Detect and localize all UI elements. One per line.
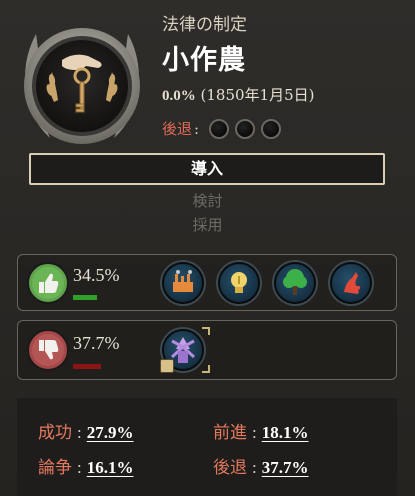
outcome-stats: 成功:27.9% 前進:18.1% 論争:16.1% 後退:37.7%	[17, 398, 397, 496]
law-name: 小作農	[162, 45, 246, 76]
stat-advance: 前進:18.1%	[213, 418, 308, 443]
support-box: 34.5%	[17, 254, 397, 311]
law-enactment-panel: 法律の制定 小作農 0.0% (1850年1月5日) 後退 : 導入 検討 採用…	[0, 0, 415, 496]
setback-label: 後退	[162, 120, 193, 138]
stat-success-label: 成功	[38, 423, 72, 442]
oppose-percent: 37.7%	[73, 333, 120, 353]
support-percent: 34.5%	[73, 265, 120, 285]
stat-debate-label: 論争	[38, 458, 72, 477]
progress-percent: 0.0%	[162, 88, 196, 104]
stat-success: 成功:27.9%	[38, 418, 133, 443]
stat-setback: 後退:37.7%	[213, 453, 308, 478]
stat-advance-value: 18.1%	[261, 423, 309, 442]
stat-advance-colon: :	[252, 423, 257, 442]
thumbs-down-icon[interactable]	[27, 329, 69, 371]
stage-adopt: 採用	[192, 216, 223, 234]
stat-advance-label: 前進	[213, 423, 247, 442]
setback-indicator: 後退 :	[162, 118, 282, 139]
setback-colon: :	[194, 119, 200, 138]
oppose-bar	[73, 364, 101, 369]
rural-folk-icon[interactable]	[274, 262, 316, 304]
enactment-progress: 0.0% (1850年1月5日)	[162, 84, 315, 105]
stat-debate-value: 16.1%	[86, 458, 134, 477]
progress-date: (1850年1月5日)	[200, 86, 315, 104]
industrialists-icon[interactable]	[162, 262, 204, 304]
panel-title: 法律の制定	[162, 15, 247, 35]
trade-unions-icon[interactable]	[330, 262, 372, 304]
landowners-corner-ornament-bottom-icon	[202, 365, 210, 373]
stat-debate-colon: :	[77, 458, 82, 477]
law-emblem	[16, 20, 148, 152]
landowners-corner-ornament-icon	[202, 327, 210, 335]
stage-enact-button[interactable]: 導入	[29, 153, 385, 185]
landowners-corner-badge-icon	[160, 359, 174, 373]
stage-debate: 検討	[192, 192, 223, 210]
oppose-box: 37.7%	[17, 320, 397, 380]
stat-setback-value: 37.7%	[261, 458, 309, 477]
setback-pip-1	[209, 118, 230, 139]
setback-pip-3	[261, 118, 282, 139]
intelligentsia-icon[interactable]	[218, 262, 260, 304]
stat-success-value: 27.9%	[86, 423, 134, 442]
stat-debate: 論争:16.1%	[38, 453, 133, 478]
stat-setback-colon: :	[252, 458, 257, 477]
stat-setback-label: 後退	[213, 458, 247, 477]
support-bar	[73, 295, 97, 300]
stat-success-colon: :	[77, 423, 82, 442]
thumbs-up-icon[interactable]	[27, 262, 69, 304]
setback-pip-2	[235, 118, 256, 139]
